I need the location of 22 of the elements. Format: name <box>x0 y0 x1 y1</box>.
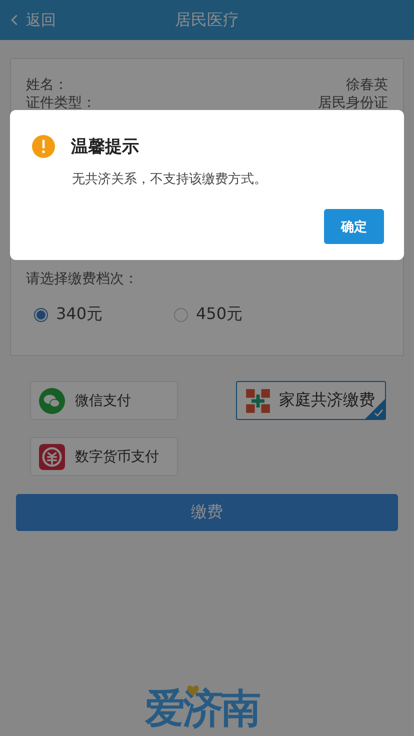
confirm-button[interactable]: 确定 <box>324 209 384 244</box>
radio-button[interactable] <box>174 308 188 322</box>
cross-squares-icon <box>245 388 271 414</box>
coin-icon <box>39 444 65 470</box>
field-label: 姓名： <box>26 76 68 94</box>
dialog-message: 无共济关系，不支持该缴费方式。 <box>72 171 268 188</box>
pay-button[interactable]: 缴费 <box>16 494 398 531</box>
radio-button[interactable] <box>34 308 48 322</box>
radio-label: 340元 <box>56 304 103 325</box>
payment-option[interactable]: 家庭共济缴费 <box>236 381 386 420</box>
payment-option[interactable]: 数字货币支付 <box>30 437 178 476</box>
field-label: 证件类型： <box>26 94 96 112</box>
field-value: 徐春英 <box>346 76 388 94</box>
chat-bubbles-icon <box>39 388 65 414</box>
app-logo: 爱济南 <box>145 686 259 732</box>
field-value: 居民身份证 <box>318 94 388 112</box>
warning-icon <box>32 135 55 158</box>
dialog-title: 温馨提示 <box>71 136 139 158</box>
payment-option[interactable]: 微信支付 <box>30 381 178 420</box>
tier-label: 请选择缴费档次： <box>26 270 139 288</box>
page-title: 居民医疗 <box>175 10 239 30</box>
radio-label: 450元 <box>196 304 243 325</box>
